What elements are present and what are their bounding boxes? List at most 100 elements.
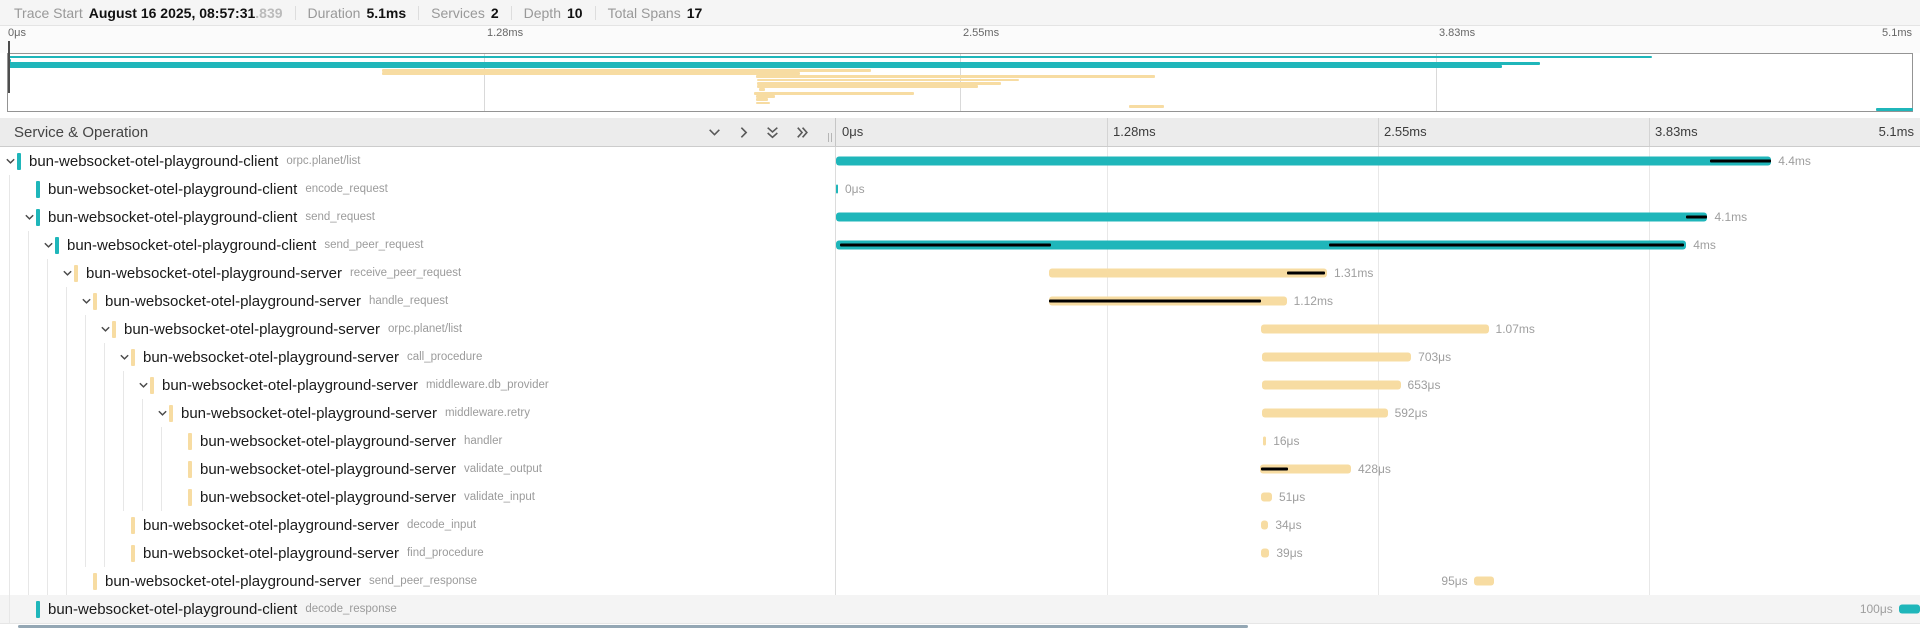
indent-guide (161, 427, 162, 455)
span-operation-name: send_peer_response (369, 575, 477, 587)
span-duration-label: 100μs (1860, 602, 1893, 616)
span-duration-bar[interactable] (1262, 381, 1401, 390)
span-service-name: bun-websocket-otel-playground-client (48, 601, 297, 618)
span-duration-bar[interactable] (1474, 577, 1494, 586)
span-row[interactable]: bun-websocket-otel-playground-server mid… (0, 399, 1920, 427)
span-service-name: bun-websocket-otel-playground-server (181, 405, 437, 422)
span-row[interactable]: bun-websocket-otel-playground-server orp… (0, 315, 1920, 343)
span-name-cell: bun-websocket-otel-playground-client orp… (0, 147, 836, 175)
trace-start-value: August 16 2025, 08:57:31 (89, 5, 256, 21)
span-row[interactable]: bun-websocket-otel-playground-server mid… (0, 371, 1920, 399)
span-operation-name: send_peer_request (324, 239, 423, 251)
span-row[interactable]: bun-websocket-otel-playground-client sen… (0, 231, 1920, 259)
span-bar-cell: 95μs (836, 567, 1920, 595)
indent-guide (47, 427, 48, 455)
indent-guide (9, 567, 10, 595)
span-toggle chevron-down-icon[interactable] (155, 406, 169, 420)
span-row[interactable]: bun-websocket-otel-playground-server cal… (0, 343, 1920, 371)
indent-guide (47, 539, 48, 567)
collapse-all-button double-chevron-down-icon[interactable] (764, 124, 780, 140)
duration-label: Duration (308, 5, 361, 21)
span-duration-bar[interactable] (836, 185, 838, 194)
column-resize-grip[interactable] (828, 133, 832, 142)
span-toggle chevron-down-icon[interactable] (3, 154, 17, 168)
span-duration-bar[interactable] (1261, 521, 1268, 530)
span-duration-bar[interactable] (1899, 605, 1920, 614)
minimap-span-bar (1876, 108, 1913, 111)
span-bar-cell: 100μs (836, 595, 1920, 623)
expand-one-button chevron-right-icon[interactable] (735, 124, 751, 140)
span-duration-bar[interactable] (1261, 549, 1269, 558)
indent-guide (9, 315, 10, 343)
span-duration-bar[interactable] (1262, 353, 1411, 362)
span-toggle chevron-down-icon[interactable] (98, 322, 112, 336)
span-duration-label: 16μs (1273, 434, 1299, 448)
span-row[interactable]: bun-websocket-otel-playground-server val… (0, 455, 1920, 483)
minimap-span-bar (9, 56, 1652, 59)
span-duration-bar[interactable] (1262, 409, 1388, 418)
span-duration-bar[interactable] (1049, 269, 1327, 278)
services-label: Services (431, 5, 485, 21)
span-row[interactable]: bun-websocket-otel-playground-client sen… (0, 203, 1920, 231)
critical-path-segment (1686, 216, 1707, 219)
span-duration-bar[interactable] (836, 157, 1771, 166)
span-row[interactable]: bun-websocket-otel-playground-client enc… (0, 175, 1920, 203)
span-toggle chevron-down-icon[interactable] (136, 378, 150, 392)
divider (418, 6, 419, 20)
span-bar-cell: 39μs (836, 539, 1920, 567)
indent-guide (66, 315, 67, 343)
span-color-chip (93, 573, 97, 590)
collapse-one-button chevron-down-icon[interactable] (706, 124, 722, 140)
span-row[interactable]: bun-websocket-otel-playground-server han… (0, 427, 1920, 455)
timeline-tick-label: 3.83ms (1655, 124, 1698, 139)
span-toggle chevron-down-icon[interactable] (22, 210, 36, 224)
span-duration-bar[interactable] (1263, 437, 1266, 446)
span-row[interactable]: bun-websocket-otel-playground-client orp… (0, 147, 1920, 175)
span-row[interactable]: bun-websocket-otel-playground-client dec… (0, 595, 1920, 623)
service-operation-header-cell: Service & Operation (0, 118, 836, 146)
timeline-tick-label: 5.1ms (1879, 124, 1914, 139)
span-row[interactable]: bun-websocket-otel-playground-server dec… (0, 511, 1920, 539)
indent-guide (104, 483, 105, 511)
timeline-tick-label: 2.55ms (1384, 124, 1427, 139)
indent-guide (47, 511, 48, 539)
span-row[interactable]: bun-websocket-otel-playground-server han… (0, 287, 1920, 315)
depth-label: Depth (524, 5, 561, 21)
span-row[interactable]: bun-websocket-otel-playground-server rec… (0, 259, 1920, 287)
minimap-left-scrubber[interactable] (8, 41, 10, 93)
timeline-header-gridline (1649, 118, 1650, 146)
span-duration-bar[interactable] (836, 213, 1707, 222)
indent-guide (66, 483, 67, 511)
span-row[interactable]: bun-websocket-otel-playground-server sen… (0, 567, 1920, 595)
indent-guide (28, 287, 29, 315)
indent-guide (9, 427, 10, 455)
indent-guide (9, 455, 10, 483)
span-row[interactable]: bun-websocket-otel-playground-server val… (0, 483, 1920, 511)
trace-start-label: Trace Start (14, 5, 83, 21)
minimap-tick-labels: 0μs1.28ms2.55ms3.83ms5.1ms (0, 26, 1920, 40)
span-row[interactable]: bun-websocket-otel-playground-server fin… (0, 539, 1920, 567)
span-name-cell: bun-websocket-otel-playground-server mid… (0, 371, 836, 399)
services-value: 2 (491, 5, 499, 21)
indent-guide (28, 511, 29, 539)
span-service-name: bun-websocket-otel-playground-client (67, 237, 316, 254)
span-duration-bar[interactable] (1261, 325, 1488, 334)
trace-minimap: 0μs1.28ms2.55ms3.83ms5.1ms (0, 26, 1920, 118)
span-color-chip (112, 321, 116, 338)
indent-guide (47, 287, 48, 315)
span-name-cell: bun-websocket-otel-playground-server val… (0, 455, 836, 483)
indent-guide (104, 539, 105, 567)
span-toggle chevron-down-icon[interactable] (79, 294, 93, 308)
span-service-name: bun-websocket-otel-playground-server (162, 377, 418, 394)
expand-all-button double-chevron-right-icon[interactable] (793, 124, 809, 140)
span-toggle chevron-down-icon[interactable] (41, 238, 55, 252)
minimap-canvas[interactable] (7, 53, 1913, 112)
minimap-tick-label: 5.1ms (1882, 27, 1912, 39)
horizontal-scrollbar (0, 623, 1920, 628)
span-toggle chevron-down-icon[interactable] (60, 266, 74, 280)
span-duration-bar[interactable] (1261, 493, 1272, 502)
span-service-name: bun-websocket-otel-playground-client (48, 181, 297, 198)
span-bar-cell: 1.31ms (836, 259, 1920, 287)
indent-guide (9, 203, 10, 231)
span-toggle chevron-down-icon[interactable] (117, 350, 131, 364)
